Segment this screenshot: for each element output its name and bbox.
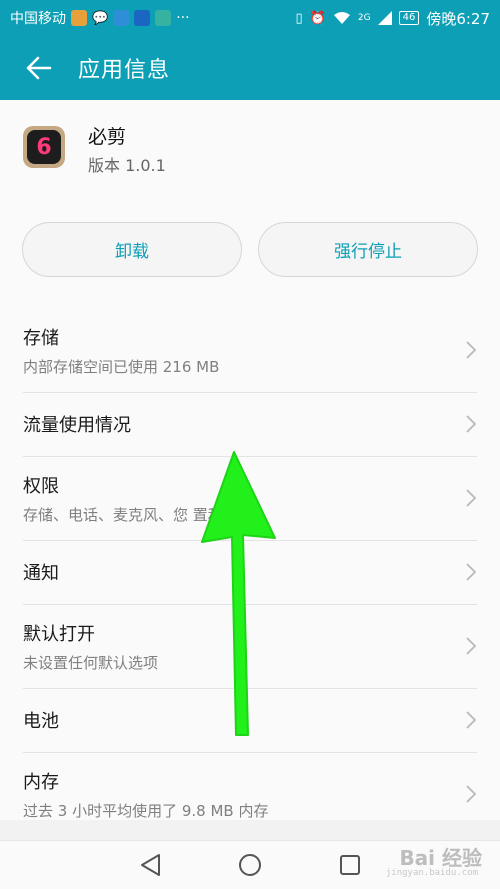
back-arrow-icon — [26, 56, 52, 80]
row-permissions[interactable]: 权限 存储、电话、麦克风、您 置和相机 — [0, 456, 500, 540]
alarm-icon: ⏰ — [309, 10, 326, 26]
row-title: 流量使用情况 — [23, 415, 131, 436]
chevron-right-icon — [466, 785, 476, 803]
chevron-right-icon — [466, 489, 476, 507]
app-notification-icon — [113, 10, 130, 26]
circle-home-icon — [239, 854, 261, 876]
chat-icon: 💬 — [92, 10, 109, 26]
app-name: 必剪 — [88, 126, 127, 148]
nav-recents-button[interactable] — [330, 845, 370, 885]
row-subtitle: 存储、电话、麦克风、您 置和相机 — [23, 505, 253, 524]
nav-back-button[interactable] — [130, 845, 170, 885]
row-open-by-default[interactable]: 默认打开 未设置任何默认选项 — [0, 604, 500, 688]
app-bar: 应用信息 — [0, 36, 500, 100]
wifi-icon — [333, 12, 350, 24]
watermark-logo: Bai 经验 — [399, 846, 482, 870]
row-title: 默认打开 — [23, 623, 95, 645]
force-stop-button[interactable]: 强行停止 — [258, 222, 478, 277]
carrier-label: 中国移动 — [10, 11, 66, 27]
page-title: 应用信息 — [78, 58, 171, 83]
chevron-right-icon — [466, 341, 476, 359]
battery-icon: 46 — [398, 11, 420, 25]
nav-home-button[interactable] — [230, 845, 270, 885]
square-recents-icon — [340, 855, 360, 875]
row-title: 内存 — [23, 771, 59, 793]
settings-list: 存储 内部存储空间已使用 216 MB 流量使用情况 权限 存储、电话、麦克风、… — [0, 308, 500, 836]
row-notifications[interactable]: 通知 — [0, 540, 500, 604]
row-subtitle: 内部存储空间已使用 216 MB — [23, 357, 220, 376]
watermark-url: jingyan.baidu.com — [385, 868, 478, 878]
row-title: 通知 — [23, 563, 59, 584]
row-battery[interactable]: 电池 — [0, 688, 500, 752]
more-icon: ··· — [176, 10, 190, 26]
app-logo-icon: 6 — [23, 126, 65, 168]
signal-icon — [377, 11, 392, 25]
chevron-right-icon — [466, 415, 476, 433]
chevron-right-icon — [466, 711, 476, 729]
chevron-right-icon — [466, 563, 476, 581]
clock-label: 傍晚6:27 — [426, 9, 490, 28]
row-title: 电池 — [23, 711, 59, 732]
triangle-back-icon — [141, 854, 160, 876]
app-notification-icon-2 — [155, 10, 172, 26]
chevron-right-icon — [466, 637, 476, 655]
shield-icon — [134, 10, 151, 26]
network-type-label: 2G — [357, 13, 371, 23]
app-info-content: 6 必剪 版本 1.0.1 卸载 强行停止 存储 内部存储空间已使用 216 M… — [0, 100, 500, 820]
row-storage[interactable]: 存储 内部存储空间已使用 216 MB — [0, 308, 500, 392]
row-data-usage[interactable]: 流量使用情况 — [0, 392, 500, 456]
row-subtitle: 未设置任何默认选项 — [23, 653, 159, 672]
row-title: 权限 — [23, 475, 59, 497]
vibrate-icon: ▯ — [295, 10, 303, 26]
row-memory[interactable]: 内存 过去 3 小时平均使用了 9.8 MB 内存 — [0, 752, 500, 836]
app-header: 6 必剪 版本 1.0.1 — [0, 100, 500, 200]
app-version: 版本 1.0.1 — [88, 156, 166, 175]
uninstall-button[interactable]: 卸载 — [22, 222, 242, 277]
status-bar: 中国移动 💬 ··· ▯ ⏰ 2G 46 傍晚6:27 — [0, 0, 500, 36]
back-button[interactable] — [0, 55, 78, 81]
row-title: 存储 — [23, 327, 59, 349]
play-icon — [71, 10, 87, 26]
row-subtitle: 过去 3 小时平均使用了 9.8 MB 内存 — [23, 801, 269, 820]
